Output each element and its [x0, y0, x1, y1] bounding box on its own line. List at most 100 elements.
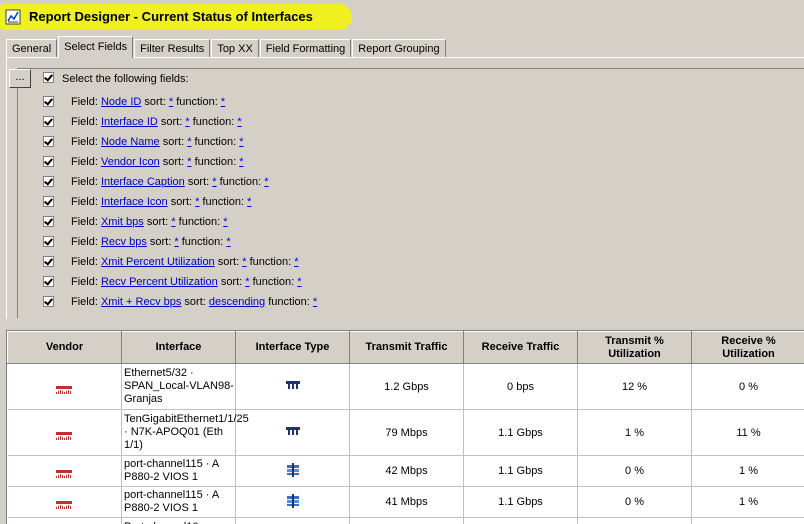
sort-link[interactable]: *	[242, 256, 246, 268]
tab-field-formatting[interactable]: Field Formatting	[259, 39, 352, 57]
sort-prefix: sort:	[162, 156, 185, 168]
cisco-logo-icon	[56, 466, 73, 478]
function-link[interactable]: *	[226, 236, 230, 248]
sort-link[interactable]: *	[195, 196, 199, 208]
field-name-link[interactable]: Xmit bps	[101, 216, 144, 228]
field-checkbox[interactable]	[43, 136, 54, 147]
field-prefix: Field:	[71, 196, 98, 208]
function-prefix: function:	[252, 276, 295, 288]
table-row[interactable]: port-channel115 · A P880-2 VIOS 1 41 Mbps…	[7, 486, 804, 518]
more-options-button[interactable]: ...	[9, 69, 31, 88]
transmit-traffic-cell	[349, 517, 464, 524]
sort-prefix: sort:	[160, 116, 183, 128]
tab-report-grouping[interactable]: Report Grouping	[352, 39, 446, 57]
tab-strip: General Select Fields Filter Results Top…	[6, 35, 447, 58]
column-header-interface[interactable]: Interface	[121, 331, 236, 364]
field-row: Field: Xmit Percent Utilization sort: * …	[71, 256, 299, 268]
function-link[interactable]: *	[239, 136, 243, 148]
function-prefix: function:	[249, 256, 292, 268]
field-checkbox[interactable]	[43, 156, 54, 167]
select-all-checkbox[interactable]	[43, 72, 54, 83]
sort-link[interactable]: *	[174, 236, 178, 248]
field-row: Field: Recv bps sort: * function: *	[71, 236, 231, 248]
vendor-cell	[7, 455, 122, 487]
field-name-link[interactable]: Interface ID	[101, 116, 158, 128]
field-name-link[interactable]: Node Name	[101, 136, 160, 148]
field-checkbox[interactable]	[43, 176, 54, 187]
column-header-transmit-utilization[interactable]: Transmit % Utilization	[577, 331, 692, 364]
field-name-link[interactable]: Xmit + Recv bps	[101, 296, 181, 308]
field-checkbox[interactable]	[43, 216, 54, 227]
column-header-interface-type[interactable]: Interface Type	[235, 331, 350, 364]
receive-traffic-cell: 1.1 Gbps	[463, 409, 578, 456]
field-name-link[interactable]: Vendor Icon	[101, 156, 160, 168]
function-link[interactable]: *	[294, 256, 298, 268]
table-row[interactable]: TenGigabitEthernet1/1/25 · N7K-APOQ01 (E…	[7, 409, 804, 456]
field-row: Field: Interface Caption sort: * functio…	[71, 176, 269, 188]
function-link[interactable]: *	[237, 116, 241, 128]
function-link[interactable]: *	[264, 176, 268, 188]
field-checkbox[interactable]	[43, 236, 54, 247]
sort-link[interactable]: *	[185, 116, 189, 128]
field-checkbox[interactable]	[43, 116, 54, 127]
field-name-link[interactable]: Xmit Percent Utilization	[101, 256, 215, 268]
column-header-transmit-traffic[interactable]: Transmit Traffic	[349, 331, 464, 364]
sort-prefix: sort:	[149, 236, 172, 248]
field-prefix: Field:	[71, 216, 98, 228]
interface-cell: Port-channel10 ·	[121, 517, 236, 524]
function-link[interactable]: *	[313, 296, 317, 308]
grid-header-row: Vendor Interface Interface Type Transmit…	[7, 331, 804, 364]
transmit-utilization-cell: 12 %	[577, 363, 692, 410]
field-name-link[interactable]: Interface Caption	[101, 176, 185, 188]
field-checkbox[interactable]	[43, 276, 54, 287]
column-header-receive-traffic[interactable]: Receive Traffic	[463, 331, 578, 364]
function-link[interactable]: *	[247, 196, 251, 208]
field-prefix: Field:	[71, 236, 98, 248]
tab-top-xx[interactable]: Top XX	[211, 39, 259, 57]
field-name-link[interactable]: Recv Percent Utilization	[101, 276, 218, 288]
function-link[interactable]: *	[221, 96, 225, 108]
field-checkbox[interactable]	[43, 296, 54, 307]
field-name-link[interactable]: Interface Icon	[101, 196, 168, 208]
field-name-link[interactable]: Recv bps	[101, 236, 147, 248]
field-prefix: Field:	[71, 156, 98, 168]
field-row: Field: Xmit bps sort: * function: *	[71, 216, 228, 228]
sort-link[interactable]: descending	[209, 296, 265, 308]
field-prefix: Field:	[71, 136, 98, 148]
function-link[interactable]: *	[239, 156, 243, 168]
table-row[interactable]: port-channel115 · A P880-2 VIOS 1 42 Mbps…	[7, 455, 804, 487]
table-row[interactable]: Port-channel10 ·	[7, 517, 804, 524]
field-checkbox[interactable]	[43, 256, 54, 267]
tab-select-fields[interactable]: Select Fields	[58, 36, 134, 58]
transmit-traffic-cell: 79 Mbps	[349, 409, 464, 456]
function-link[interactable]: *	[223, 216, 227, 228]
sort-link[interactable]: *	[245, 276, 249, 288]
field-prefix: Field:	[71, 176, 98, 188]
receive-traffic-cell: 1.1 Gbps	[463, 455, 578, 487]
transmit-utilization-cell: 0 %	[577, 486, 692, 518]
table-row[interactable]: Ethernet5/32 · SPAN_Local-VLAN98-Granjas…	[7, 363, 804, 410]
field-row: Field: Interface ID sort: * function: *	[71, 116, 242, 128]
sort-link[interactable]: *	[169, 96, 173, 108]
tab-general[interactable]: General	[6, 39, 58, 57]
column-header-vendor[interactable]: Vendor	[7, 331, 122, 364]
interface-type-cell	[235, 517, 350, 524]
field-checkbox[interactable]	[43, 196, 54, 207]
sort-prefix: sort:	[220, 276, 243, 288]
sort-link[interactable]: *	[171, 216, 175, 228]
receive-traffic-cell: 0 bps	[463, 363, 578, 410]
interface-cell: port-channel115 · A P880-2 VIOS 1	[121, 486, 236, 518]
function-prefix: function:	[219, 176, 262, 188]
sort-link[interactable]: *	[212, 176, 216, 188]
interface-type-cell	[235, 455, 350, 487]
sort-link[interactable]: *	[187, 136, 191, 148]
field-name-link[interactable]: Node ID	[101, 96, 141, 108]
function-link[interactable]: *	[297, 276, 301, 288]
field-checkbox[interactable]	[43, 96, 54, 107]
column-header-receive-utilization[interactable]: Receive % Utilization	[691, 331, 804, 364]
results-grid: Vendor Interface Interface Type Transmit…	[6, 330, 804, 524]
field-row: Field: Node ID sort: * function: *	[71, 96, 225, 108]
interface-cell: Ethernet5/32 · SPAN_Local-VLAN98-Granjas	[121, 363, 236, 410]
sort-link[interactable]: *	[187, 156, 191, 168]
tab-filter-results[interactable]: Filter Results	[134, 39, 211, 57]
